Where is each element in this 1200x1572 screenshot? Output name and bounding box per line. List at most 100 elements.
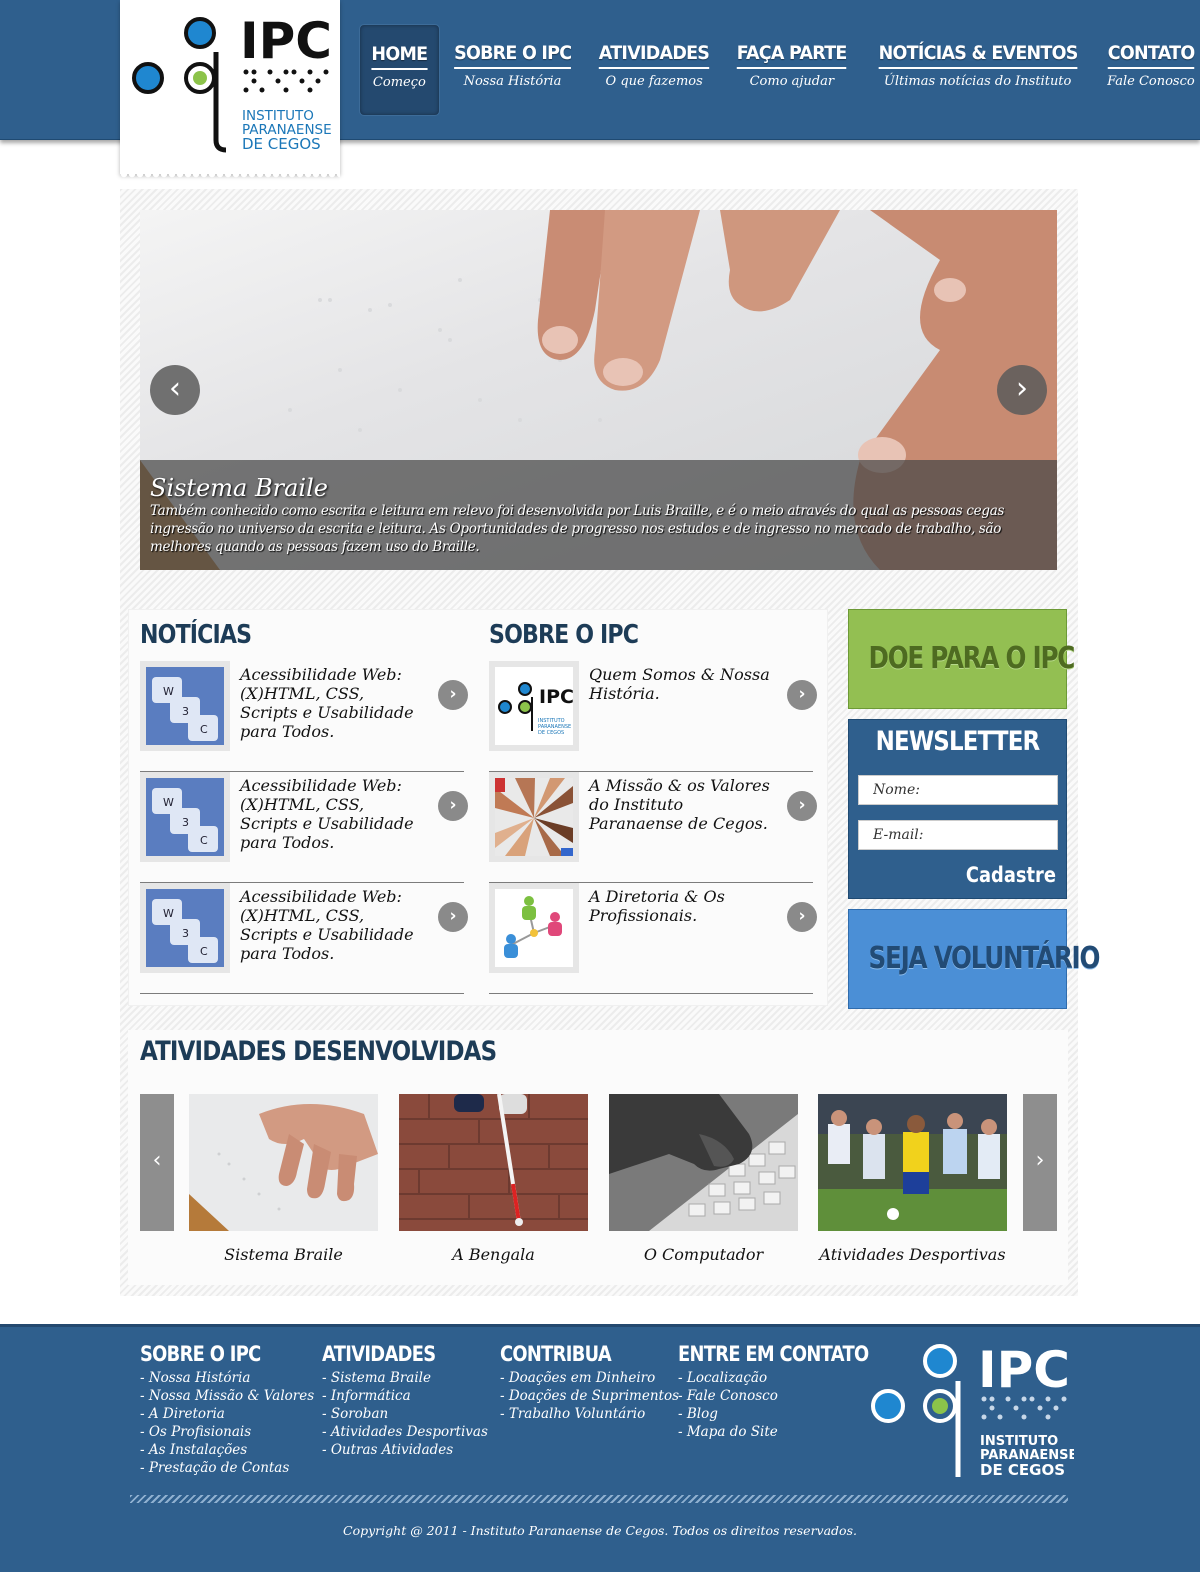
news-item-text: Acessibilidade Web: (X)HTML, CSS, Script…	[240, 887, 414, 963]
nav-sobre[interactable]: SOBRE O IPC Nossa História	[440, 24, 585, 116]
hands-together-image	[495, 778, 573, 856]
activity-card[interactable]: O Computador	[609, 1094, 798, 1264]
slider-title: Sistema Braile	[150, 474, 328, 502]
newsletter-box: NEWSLETTER Cadastre	[848, 719, 1067, 899]
w3c-keys-image: W 3 C	[146, 889, 224, 967]
chevron-left-icon: ‹	[152, 1148, 162, 1173]
slider-next-button[interactable]: ›	[997, 365, 1047, 415]
about-item[interactable]: A Diretoria & Os Profissionais. ›	[489, 883, 817, 994]
about-thumbnail: IPC INSTITUTO PARANAENSE DE CEGOS	[489, 661, 579, 751]
chevron-right-icon[interactable]: ›	[438, 902, 468, 932]
site-footer: SOBRE O IPC - Nossa História - Nossa Mis…	[0, 1324, 1200, 1572]
footer-link[interactable]: - Informática	[322, 1387, 488, 1405]
svg-text:3: 3	[182, 816, 189, 829]
volunteer-button[interactable]: SEJA VOLUNTÁRIO	[848, 909, 1100, 1009]
about-item-text: Quem Somos & Nossa História.	[589, 665, 770, 703]
footer-link[interactable]: - Atividades Desportivas	[322, 1423, 488, 1441]
activity-card[interactable]: Sistema Braile	[189, 1094, 378, 1264]
activity-label: Sistema Braile	[224, 1245, 343, 1264]
nav-noticias-sub: Últimas notícias do Instituto	[883, 74, 1072, 89]
chevron-right-icon[interactable]: ›	[787, 680, 817, 710]
svg-text:C: C	[200, 834, 208, 847]
nav-sobre-label: SOBRE O IPC	[453, 42, 572, 69]
donate-button[interactable]: DOE PARA O IPC	[848, 609, 1076, 709]
activity-image	[399, 1094, 588, 1231]
news-thumbnail: W 3 C	[140, 661, 230, 751]
chevron-right-icon[interactable]: ›	[787, 791, 817, 821]
slider-caption: Sistema Braile Também conhecido como esc…	[140, 460, 1057, 570]
about-item-text: A Missão & os Valores do Instituto Paran…	[589, 776, 770, 833]
nav-home-sub: Começo	[372, 75, 426, 90]
footer-column-title: CONTRIBUA	[500, 1342, 612, 1366]
nav-noticias[interactable]: NOTÍCIAS & EVENTOS Últimas notícias do I…	[861, 24, 1095, 116]
blind-football-image	[818, 1094, 1007, 1231]
chevron-left-icon: ‹	[169, 371, 181, 406]
footer-column-title: ENTRE EM CONTATO	[678, 1342, 869, 1366]
activity-image	[818, 1094, 1007, 1231]
footer-link[interactable]: - Doações de Suprimentos	[500, 1387, 679, 1405]
thumb-logo-line3: DE CEGOS	[538, 730, 564, 736]
news-item-text: Acessibilidade Web: (X)HTML, CSS, Script…	[240, 776, 414, 852]
footer-link[interactable]: - Outras Atividades	[322, 1441, 488, 1459]
chevron-right-icon[interactable]: ›	[787, 902, 817, 932]
nav-contato-label: CONTATO	[1107, 42, 1195, 69]
about-item[interactable]: IPC INSTITUTO PARANAENSE DE CEGOS Quem S…	[489, 661, 817, 772]
footer-divider	[130, 1495, 1068, 1503]
newsletter-submit-button[interactable]: Cadastre	[966, 863, 1056, 887]
ipc-logo-image: IPC INSTITUTO PARANAENSE DE CEGOS	[498, 682, 573, 736]
carousel-prev-button[interactable]: ‹	[140, 1094, 174, 1231]
activity-label: Atividades Desportivas	[819, 1245, 1006, 1264]
footer-logo-line1: INSTITUTO	[980, 1434, 1058, 1449]
footer-link[interactable]: - Os Profisionais	[140, 1423, 314, 1441]
footer-link[interactable]: - Trabalho Voluntário	[500, 1405, 679, 1423]
copyright-text: Copyright @ 2011 - Instituto Paranaense …	[343, 1523, 857, 1538]
nav-faca-parte-label: FAÇA PARTE	[736, 42, 847, 69]
footer-link[interactable]: - Nossa História	[140, 1369, 314, 1387]
activity-label: O Computador	[643, 1245, 764, 1264]
about-item[interactable]: A Missão & os Valores do Instituto Paran…	[489, 772, 817, 883]
chevron-right-icon[interactable]: ›	[438, 680, 468, 710]
keyboard-image	[609, 1094, 798, 1231]
logo-title: IPC	[240, 12, 332, 70]
footer-link[interactable]: - As Instalações	[140, 1441, 314, 1459]
chevron-right-icon: ›	[1035, 1148, 1045, 1173]
footer-link[interactable]: - Soroban	[322, 1405, 488, 1423]
nav-atividades[interactable]: ATIVIDADES O que fazemos	[585, 24, 723, 116]
footer-link[interactable]: - Nossa Missão & Valores	[140, 1387, 314, 1405]
footer-link[interactable]: - A Diretoria	[140, 1405, 314, 1423]
newsletter-name-input[interactable]	[858, 775, 1058, 805]
nav-atividades-label: ATIVIDADES	[599, 42, 710, 69]
donate-label: DOE PARA O IPC	[868, 641, 1076, 676]
news-item[interactable]: W 3 C Acessibilidade Web: (X)HTML, CSS, …	[140, 883, 468, 994]
chevron-right-icon[interactable]: ›	[438, 791, 468, 821]
newsletter-email-input[interactable]	[858, 820, 1058, 850]
footer-link[interactable]: - Doações em Dinheiro	[500, 1369, 679, 1387]
nav-faca-parte[interactable]: FAÇA PARTE Como ajudar	[723, 24, 860, 116]
activity-label: A Bengala	[452, 1245, 535, 1264]
site-logo[interactable]: IPC INSTITUTO PARANAENSE DE CEGOS	[120, 0, 340, 180]
people-network-image	[504, 896, 562, 958]
nav-contato[interactable]: CONTATO Fale Conosco	[1095, 24, 1200, 116]
news-item[interactable]: W 3 C Acessibilidade Web: (X)HTML, CSS, …	[140, 772, 468, 883]
footer-column-contribua: CONTRIBUA - Doações em Dinheiro - Doaçõe…	[500, 1342, 679, 1423]
about-thumbnail	[489, 772, 579, 862]
news-item[interactable]: W 3 C Acessibilidade Web: (X)HTML, CSS, …	[140, 661, 468, 772]
carousel-next-button[interactable]: ›	[1023, 1094, 1057, 1231]
nav-home[interactable]: HOME Começo	[359, 24, 440, 116]
news-thumbnail: W 3 C	[140, 772, 230, 862]
svg-text:3: 3	[182, 927, 189, 940]
news-title: NOTÍCIAS	[140, 620, 252, 650]
activity-card[interactable]: A Bengala	[399, 1094, 588, 1264]
slider-prev-button[interactable]: ‹	[150, 365, 200, 415]
nav-faca-parte-sub: Como ajudar	[749, 74, 835, 89]
logo-graphic: IPC INSTITUTO PARANAENSE DE CEGOS	[132, 12, 332, 153]
footer-link[interactable]: - Prestação de Contas	[140, 1459, 314, 1477]
footer-logo-title: IPC	[978, 1341, 1070, 1399]
white-cane-image	[399, 1094, 588, 1231]
svg-text:C: C	[200, 723, 208, 736]
footer-link[interactable]: - Sistema Braile	[322, 1369, 488, 1387]
activity-image	[189, 1094, 378, 1231]
newsletter-title: NEWSLETTER	[875, 726, 1041, 757]
nav-sobre-sub: Nossa História	[463, 74, 562, 89]
activity-card[interactable]: Atividades Desportivas	[818, 1094, 1007, 1264]
